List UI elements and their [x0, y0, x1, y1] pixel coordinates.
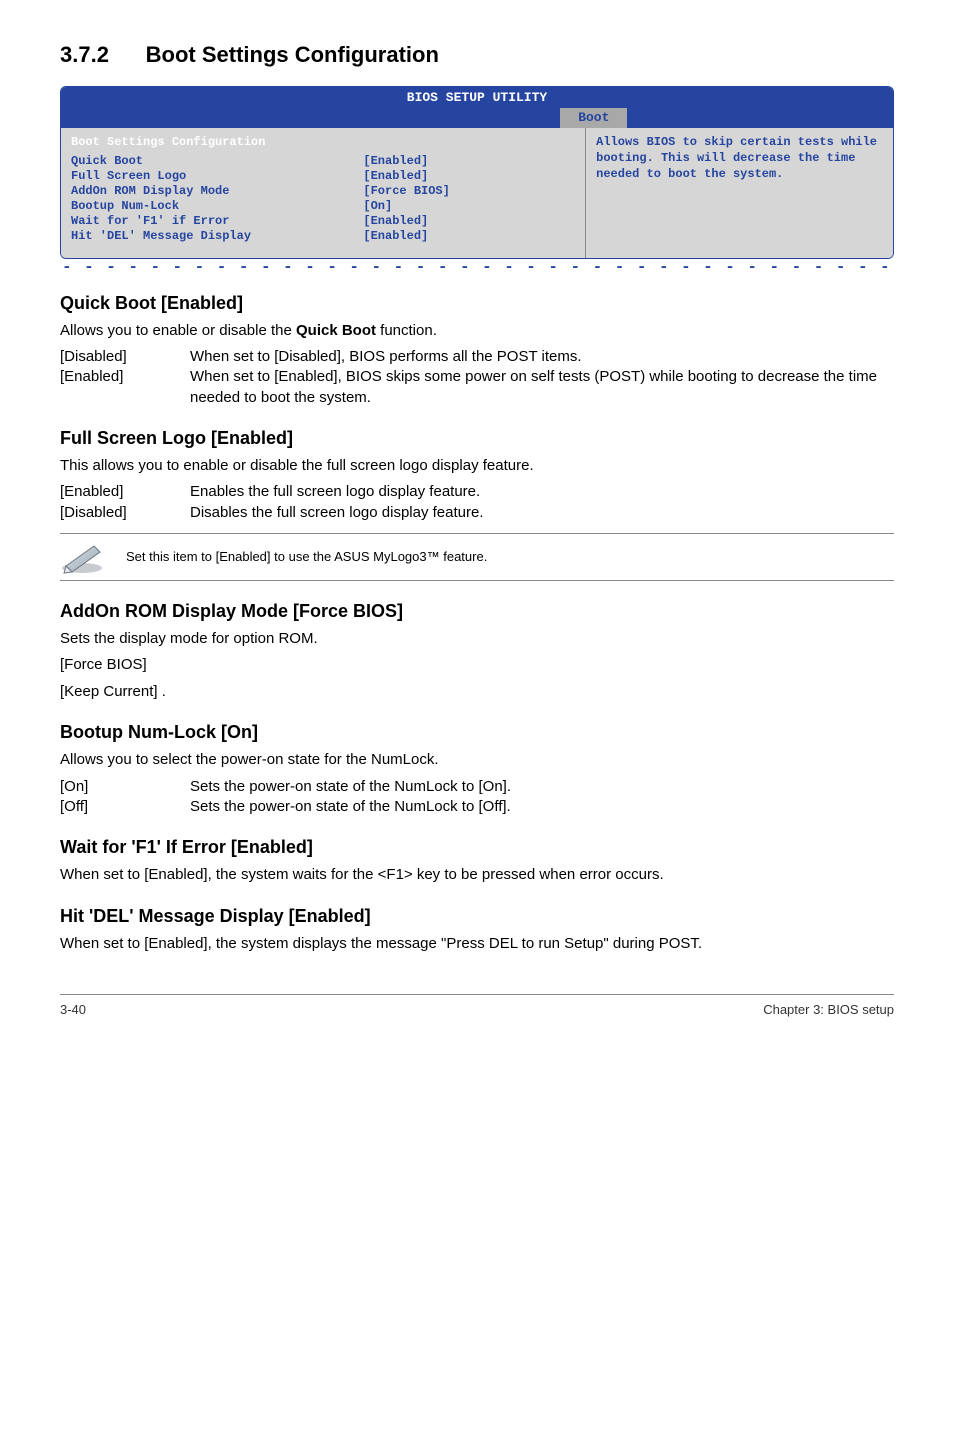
numlock-title: Bootup Num-Lock [On] — [60, 720, 894, 744]
bios-row: AddOn ROM Display Mode[Force BIOS] — [71, 184, 575, 199]
addon-line-1: [Keep Current] . — [60, 682, 894, 702]
numlock-options: [On]Sets the power-on state of the NumLo… — [60, 777, 894, 818]
hitdel-title: Hit 'DEL' Message Display [Enabled] — [60, 904, 894, 928]
bios-row: Quick Boot[Enabled] — [71, 154, 575, 169]
list-item: [Off]Sets the power-on state of the NumL… — [60, 797, 894, 817]
waitf1-title: Wait for 'F1' If Error [Enabled] — [60, 835, 894, 859]
numlock-desc: Allows you to select the power-on state … — [60, 750, 894, 770]
bios-tab-bar: Boot — [61, 108, 893, 128]
bios-utility-title: BIOS SETUP UTILITY — [61, 87, 893, 109]
bios-row: Hit 'DEL' Message Display[Enabled] — [71, 229, 575, 244]
bios-tab-boot: Boot — [560, 108, 627, 128]
fullscreen-desc: This allows you to enable or disable the… — [60, 456, 894, 476]
hitdel-desc: When set to [Enabled], the system displa… — [60, 934, 894, 954]
addon-desc: Sets the display mode for option ROM. — [60, 629, 894, 649]
chapter-label: Chapter 3: BIOS setup — [763, 1001, 894, 1019]
addon-title: AddOn ROM Display Mode [Force BIOS] — [60, 599, 894, 623]
bios-row: Wait for 'F1' if Error[Enabled] — [71, 214, 575, 229]
quickboot-options: [Disabled]When set to [Disabled], BIOS p… — [60, 347, 894, 408]
note-text: Set this item to [Enabled] to use the AS… — [126, 548, 487, 566]
bios-row: Full Screen Logo[Enabled] — [71, 169, 575, 184]
list-item: [Disabled]When set to [Disabled], BIOS p… — [60, 347, 894, 367]
page-number: 3-40 — [60, 1001, 86, 1019]
note-callout: Set this item to [Enabled] to use the AS… — [60, 533, 894, 581]
fullscreen-options: [Enabled]Enables the full screen logo di… — [60, 482, 894, 523]
bios-screenshot: BIOS SETUP UTILITY Boot Boot Settings Co… — [60, 86, 894, 259]
bios-left-panel: Boot Settings Configuration Quick Boot[E… — [61, 128, 585, 258]
bios-body: Boot Settings Configuration Quick Boot[E… — [61, 128, 893, 258]
quickboot-desc: Allows you to enable or disable the Quic… — [60, 321, 894, 341]
list-item: [Disabled]Disables the full screen logo … — [60, 503, 894, 523]
addon-line-0: [Force BIOS] — [60, 655, 894, 675]
fullscreen-title: Full Screen Logo [Enabled] — [60, 426, 894, 450]
quickboot-title: Quick Boot [Enabled] — [60, 291, 894, 315]
bios-panel-title: Boot Settings Configuration — [71, 134, 575, 150]
list-item: [On]Sets the power-on state of the NumLo… — [60, 777, 894, 797]
list-item: [Enabled]Enables the full screen logo di… — [60, 482, 894, 502]
waitf1-desc: When set to [Enabled], the system waits … — [60, 865, 894, 885]
bios-help-panel: Allows BIOS to skip certain tests while … — [585, 128, 893, 258]
pencil-icon — [60, 540, 108, 574]
page-footer: 3-40 Chapter 3: BIOS setup — [60, 994, 894, 1019]
bios-row: Bootup Num-Lock[On] — [71, 199, 575, 214]
bios-separator: -------------------------------------- — [60, 263, 894, 273]
heading-title: Boot Settings Configuration — [146, 42, 439, 67]
list-item: [Enabled]When set to [Enabled], BIOS ski… — [60, 367, 894, 408]
heading-number: 3.7.2 — [60, 42, 109, 67]
section-heading: 3.7.2 Boot Settings Configuration — [60, 40, 894, 70]
